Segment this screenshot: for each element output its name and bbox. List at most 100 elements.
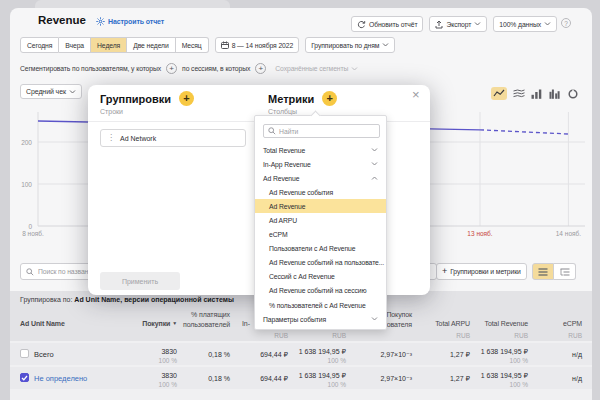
gear-icon <box>96 17 105 26</box>
period-row: Сегодня Вчера Неделя Две недели Месяц 8 … <box>20 37 395 53</box>
metric-group-expanded[interactable]: Ad Revenue <box>255 171 386 185</box>
metric-item[interactable]: Пользователи с Ad Revenue <box>255 242 386 256</box>
chevron-down-icon <box>371 162 378 166</box>
add-groupings-metrics-button[interactable]: + Группировки и метрики <box>436 263 527 280</box>
group-by-day-button[interactable]: Группировать по дням <box>305 37 395 53</box>
cell-total-revenue-share: 100 % <box>448 357 528 364</box>
calendar-icon <box>221 41 229 49</box>
tab-yesterday[interactable]: Вчера <box>59 37 91 53</box>
chevron-down-icon <box>544 22 551 26</box>
svg-text:13 нояб.: 13 нояб. <box>467 230 492 237</box>
unit-label: RUB <box>248 332 288 339</box>
drag-handle-icon[interactable]: ⋮ <box>107 134 115 142</box>
svg-text:0: 0 <box>28 223 32 230</box>
metric-item[interactable]: Ad Revenue событий на пользовате... <box>255 256 386 270</box>
unit-label: RUB <box>488 332 528 339</box>
add-session-segment-button[interactable]: + <box>255 63 266 74</box>
chevron-down-icon <box>371 317 378 321</box>
metric-group[interactable]: In-App Revenue <box>255 157 386 171</box>
export-icon <box>435 20 443 29</box>
bar-chart-icon <box>531 89 542 99</box>
col-header-inapp[interactable]: In- <box>242 320 250 327</box>
groupings-title: Группировки <box>100 93 171 105</box>
metric-group[interactable]: Total Revenue <box>255 143 386 157</box>
page-title: Revenue <box>38 14 86 26</box>
window-tab-ghost <box>35 0 230 8</box>
metric-item[interactable]: % пользователей с Ad Revenue <box>255 298 386 312</box>
metric-item[interactable]: Ad ARPU <box>255 213 386 227</box>
metric-item[interactable]: eCPM <box>255 228 386 242</box>
check-icon <box>21 375 28 381</box>
chart-type-line[interactable] <box>491 87 507 100</box>
metric-item-selected[interactable]: Ad Revenue <box>255 199 386 213</box>
unit-label: RUB <box>430 332 470 339</box>
metric-search-input[interactable]: Найти <box>263 124 380 138</box>
cell-ecpm: н/д <box>502 375 582 382</box>
search-icon <box>26 268 34 276</box>
line-chart-icon <box>493 89 505 98</box>
export-button[interactable]: Экспорт <box>429 16 487 32</box>
modal-close-button[interactable]: × <box>412 88 420 101</box>
add-user-segment-button[interactable]: + <box>166 63 177 74</box>
svg-text:200: 200 <box>21 139 32 146</box>
add-grouping-button[interactable]: + <box>179 91 194 106</box>
apply-button[interactable]: Применить <box>100 272 180 290</box>
groupings-subtitle: Строки <box>100 108 123 115</box>
sampling-button[interactable]: 100% данных <box>493 16 557 32</box>
chart-type-pie[interactable] <box>566 87 579 100</box>
tab-today[interactable]: Сегодня <box>20 37 59 53</box>
chevron-down-icon <box>382 43 389 47</box>
chevron-down-icon <box>371 148 378 152</box>
tab-two-weeks[interactable]: Две недели <box>127 37 175 53</box>
groupings-header: Группировки + <box>100 91 194 106</box>
tree-view-toggle[interactable] <box>554 263 576 280</box>
date-range-button[interactable]: 8 — 14 ноября 2022 <box>215 37 300 53</box>
tree-view-icon <box>560 268 570 276</box>
tab-month[interactable]: Месяц <box>176 37 209 53</box>
pie-chart-icon <box>568 89 578 99</box>
refresh-report-button[interactable]: Обновить отчёт <box>351 16 423 32</box>
svg-text:8 нояб.: 8 нояб. <box>22 230 44 237</box>
cell-purchases-share: 100 % <box>97 381 177 388</box>
row-label[interactable]: Не определено <box>34 374 87 383</box>
metric-item[interactable]: Ad Revenue события <box>255 185 386 199</box>
col-header-paying-users[interactable]: % платящихпользователей <box>160 310 230 330</box>
search-icon <box>268 127 276 135</box>
header-actions: Обновить отчёт Экспорт 100% данных <box>351 16 557 32</box>
col-header-ad-unit-name[interactable]: Ad Unit Name <box>20 320 65 327</box>
metric-item[interactable]: Ad Revenue событий на сессию <box>255 284 386 298</box>
help-icon[interactable]: ? <box>561 18 571 28</box>
metric-selector[interactable]: Средний чек <box>20 84 82 99</box>
list-view-toggle[interactable] <box>532 263 554 280</box>
grouping-item-ad-network[interactable]: ⋮ Ad Network <box>100 129 246 147</box>
stacked-chart-icon <box>513 89 525 98</box>
chevron-down-icon <box>351 67 358 71</box>
chart-type-bars[interactable] <box>530 87 543 100</box>
chevron-up-icon <box>371 176 378 180</box>
list-view-icon <box>538 268 548 276</box>
chart-type-switcher <box>491 87 579 100</box>
configure-report-link[interactable]: Настроить отчет <box>96 17 164 26</box>
chart-type-grouped-bars[interactable] <box>548 87 561 100</box>
col-header-ecpm[interactable]: eCPM <box>512 320 582 327</box>
grouped-bar-chart-icon <box>549 89 560 99</box>
row-checkbox[interactable] <box>20 373 29 382</box>
unit-label: RUB <box>542 332 582 339</box>
chevron-down-icon <box>69 90 76 94</box>
metric-item[interactable]: Сессий с Ad Revenue <box>255 270 386 284</box>
grouping-summary: Группировка по: Ad Unit Name, версии опе… <box>20 296 234 303</box>
cell-purchases-share: 100 % <box>97 357 177 364</box>
metrics-header: Метрики + <box>268 91 337 106</box>
tab-week[interactable]: Неделя <box>91 37 127 53</box>
chart-type-stacked[interactable] <box>512 87 525 100</box>
add-metric-button[interactable]: + <box>322 91 337 106</box>
metric-group[interactable]: Параметры события <box>255 312 386 326</box>
saved-segments-dropdown[interactable]: Сохранённые сегменты <box>275 65 358 72</box>
period-tab-group: Сегодня Вчера Неделя Две недели Месяц <box>20 37 209 53</box>
row-checkbox[interactable] <box>20 349 29 358</box>
cell-ecpm: н/д <box>502 351 582 358</box>
svg-text:14 нояб.: 14 нояб. <box>556 230 581 237</box>
svg-text:100: 100 <box>21 181 32 188</box>
metrics-subtitle: Столбцы <box>268 108 297 115</box>
segment-by-users-label: Сегментировать по пользователям, у котор… <box>20 65 161 72</box>
